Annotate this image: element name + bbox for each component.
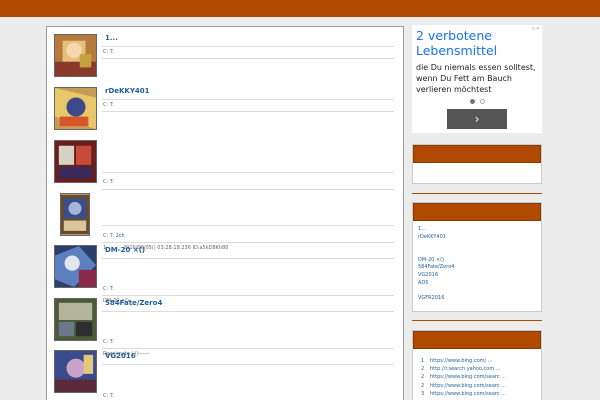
post-title[interactable]: VG2016 (105, 352, 136, 360)
divider (412, 320, 542, 321)
divider (102, 348, 394, 349)
sidebar-widget-recent: 1... rDeKKY401 DM-20 ×() 584Fate/Zero4 V… (412, 202, 542, 312)
widget-header (413, 203, 541, 221)
divider (102, 258, 394, 259)
recent-link[interactable]: VG2016 (418, 272, 536, 280)
divider (102, 46, 394, 47)
referrer-item[interactable]: 2 http://r.search.yahoo.com ... (421, 365, 533, 373)
divider (102, 242, 394, 243)
divider (102, 111, 394, 112)
referrer-item[interactable]: 3 https://www.bing.com/searc ... (421, 390, 533, 398)
recent-link[interactable]: DM-20 ×() (418, 257, 536, 265)
ad-pager (470, 98, 490, 105)
divider (102, 58, 394, 59)
recent-link[interactable] (418, 288, 536, 296)
divider (102, 225, 394, 226)
post-meta: C: T: (103, 339, 114, 345)
referrer-item[interactable]: 1 https://www.bing.com/ ... (421, 357, 533, 365)
referrer-item[interactable]: 2 https://www.bing.com/searc ... (421, 373, 533, 381)
post-title[interactable]: 584Fate/Zero4 (105, 299, 162, 307)
post-list: 1... C: T: rDeKKY401 C: T: C: T: C: T: 2… (46, 26, 404, 400)
header-bar (0, 0, 600, 17)
recent-list: 1... rDeKKY401 DM-20 ×() 584Fate/Zero4 V… (413, 221, 541, 303)
post-meta: C: T: (103, 179, 114, 185)
recent-link[interactable] (418, 241, 536, 249)
divider (102, 295, 394, 296)
thumbnail-image[interactable] (54, 34, 97, 77)
widget-header (413, 145, 541, 163)
post-meta: C: T: (103, 102, 114, 108)
thumbnail-image[interactable] (54, 298, 97, 341)
widget-header (413, 331, 541, 349)
referrer-list: 1 https://www.bing.com/ ... 2 http://r.sea… (413, 349, 541, 398)
recent-link[interactable] (418, 249, 536, 257)
divider (102, 99, 394, 100)
recent-link[interactable]: AD5 (418, 280, 536, 288)
thumbnail-image[interactable] (54, 140, 97, 183)
thumbnail-image[interactable] (60, 193, 90, 236)
thumbnail-image[interactable] (54, 245, 97, 288)
chevron-right-icon: › (474, 112, 480, 126)
source-link[interactable]: 2ch (116, 233, 125, 239)
advertisement[interactable]: ▷✕ 2 verbotene Lebensmittel die Du niema… (412, 25, 542, 133)
recent-link[interactable]: rDeKKY401 (418, 234, 536, 242)
thumbnail-image[interactable] (54, 87, 97, 130)
post-meta: C: T: 2ch (103, 233, 125, 239)
post-meta: C: T: (103, 286, 114, 292)
post-meta: C: T: (103, 49, 114, 55)
recent-link[interactable]: 584Fate/Zero4 (418, 264, 536, 272)
divider (102, 189, 394, 190)
post-title[interactable]: DM-20 ×() (105, 246, 145, 254)
recent-link[interactable]: VGFR2016 (418, 295, 536, 303)
sidebar-widget (412, 144, 542, 184)
ad-body[interactable]: die Du niemals essen solltest, wenn Du F… (416, 62, 542, 95)
post-meta: C: T: (103, 393, 114, 399)
divider (102, 364, 394, 365)
post-title[interactable]: 1... (105, 34, 118, 42)
thumbnail-image[interactable] (54, 350, 97, 393)
ad-next-button[interactable]: › (447, 109, 507, 129)
ad-headline[interactable]: 2 verbotene Lebensmittel (416, 28, 542, 58)
divider (412, 193, 542, 194)
recent-link[interactable]: 1... (418, 226, 536, 234)
post-title[interactable]: rDeKKY401 (105, 87, 150, 95)
divider (102, 172, 394, 173)
sidebar-widget-referrers: 1 https://www.bing.com/ ... 2 http://r.sea… (412, 330, 542, 400)
divider (102, 311, 394, 312)
referrer-item[interactable]: 2 https://www.bing.com/searc ... (421, 382, 533, 390)
